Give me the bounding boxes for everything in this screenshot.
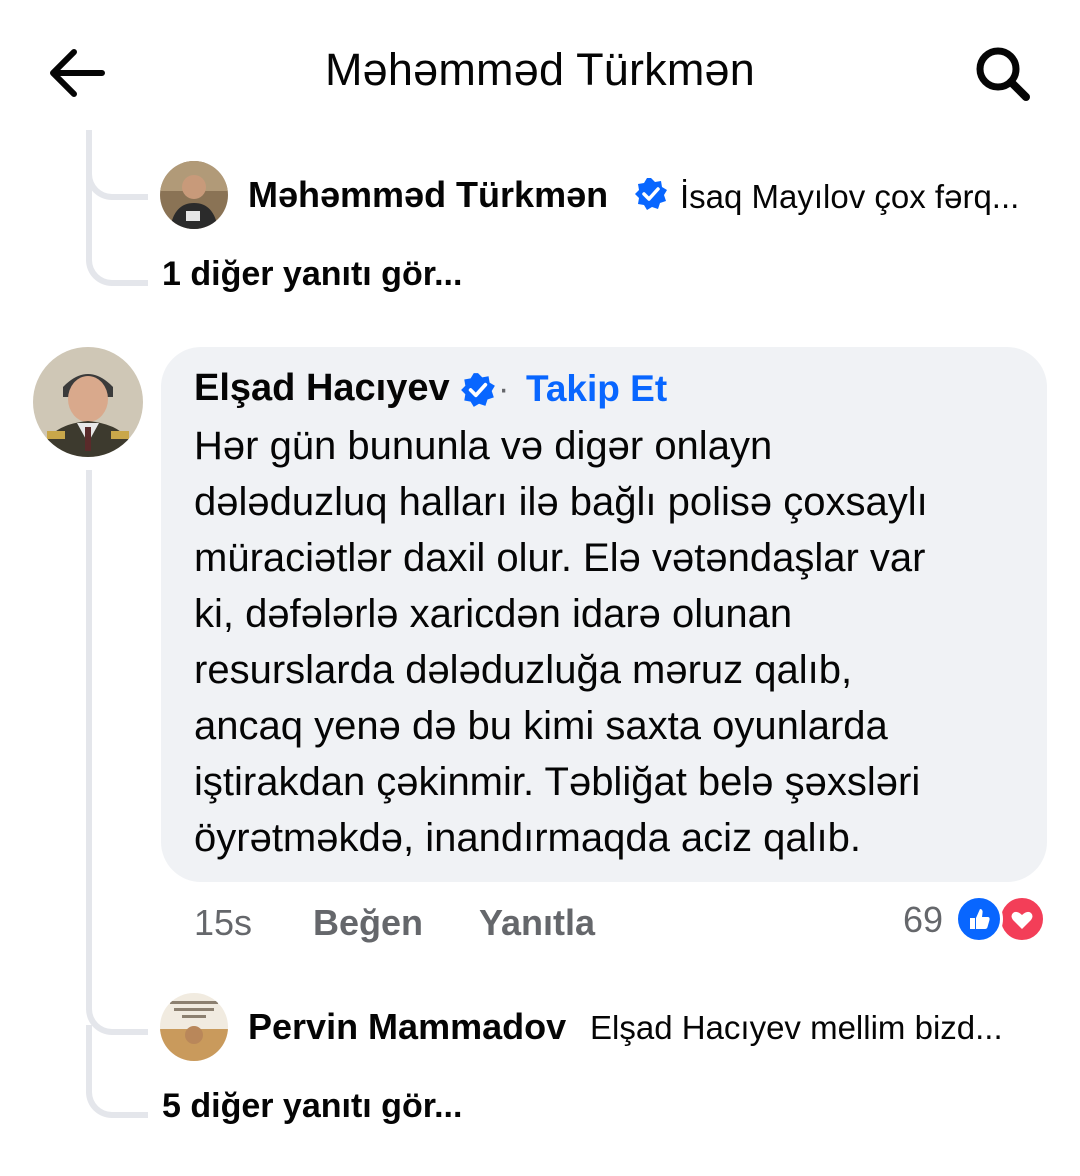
avatar[interactable]: [160, 993, 228, 1061]
comment-author[interactable]: Elşad Hacıyev: [194, 367, 450, 410]
follow-button[interactable]: Takip Et: [526, 368, 667, 410]
like-button[interactable]: Beğen: [313, 902, 423, 944]
search-icon: [976, 47, 1030, 101]
reply-author[interactable]: Məhəmməd Türkmən: [248, 174, 608, 216]
view-more-replies-link[interactable]: 1 diğer yanıtı gör...: [162, 255, 462, 294]
verified-badge-icon: [459, 371, 497, 414]
search-button[interactable]: [968, 40, 1038, 106]
profile-photo-icon: [33, 347, 143, 457]
thread-connector: [86, 1060, 148, 1118]
view-more-replies-link[interactable]: 5 diğer yanıtı gör...: [162, 1087, 462, 1126]
love-reaction-icon[interactable]: [998, 895, 1046, 943]
reply-author[interactable]: Pervin Mammadov: [248, 1006, 566, 1048]
reply-button[interactable]: Yanıtla: [479, 902, 595, 944]
thread-line: [86, 470, 92, 1010]
comment-timestamp[interactable]: 15s: [194, 902, 252, 944]
thread-connector: [86, 230, 148, 286]
comment-text-line: ki, dəfələrlə xaricdən idarə olunan: [194, 592, 793, 636]
profile-photo-icon: [160, 161, 228, 229]
reply-preview[interactable]: Elşad Hacıyev mellim bizd...: [590, 1009, 1003, 1047]
avatar[interactable]: [160, 161, 228, 229]
avatar[interactable]: [33, 347, 143, 457]
thread-connector: [86, 150, 148, 200]
thread-connector: [86, 985, 148, 1035]
page-title: Məhəmməd Türkmən: [324, 44, 756, 95]
comment-text-line: iştirakdan çəkinmir. Təbliğat belə şəxsl…: [194, 760, 921, 804]
separator: ·: [498, 370, 510, 408]
like-reaction-icon[interactable]: [955, 895, 1003, 943]
reply-preview[interactable]: İsaq Mayılov çox fərq...: [680, 178, 1019, 216]
reaction-count[interactable]: 69: [903, 899, 943, 941]
comment-text-line: ancaq yenə də bu kimi saxta oyunlarda: [194, 704, 888, 748]
comment-text-line: öyrətməkdə, inandırmaqda aciz qalıb.: [194, 816, 862, 860]
profile-photo-icon: [160, 993, 228, 1061]
comment-text-line: Hər gün bununla və digər onlayn: [194, 424, 773, 468]
verified-badge-icon: [633, 176, 669, 217]
comment-text-line: dələduzluq halları ilə bağlı polisə çoxs…: [194, 480, 928, 524]
comment-text-line: müraciətlər daxil olur. Elə vətəndaşlar …: [194, 536, 926, 580]
comment-text-line: resurslarda dələduzluğa məruz qalıb,: [194, 648, 853, 692]
